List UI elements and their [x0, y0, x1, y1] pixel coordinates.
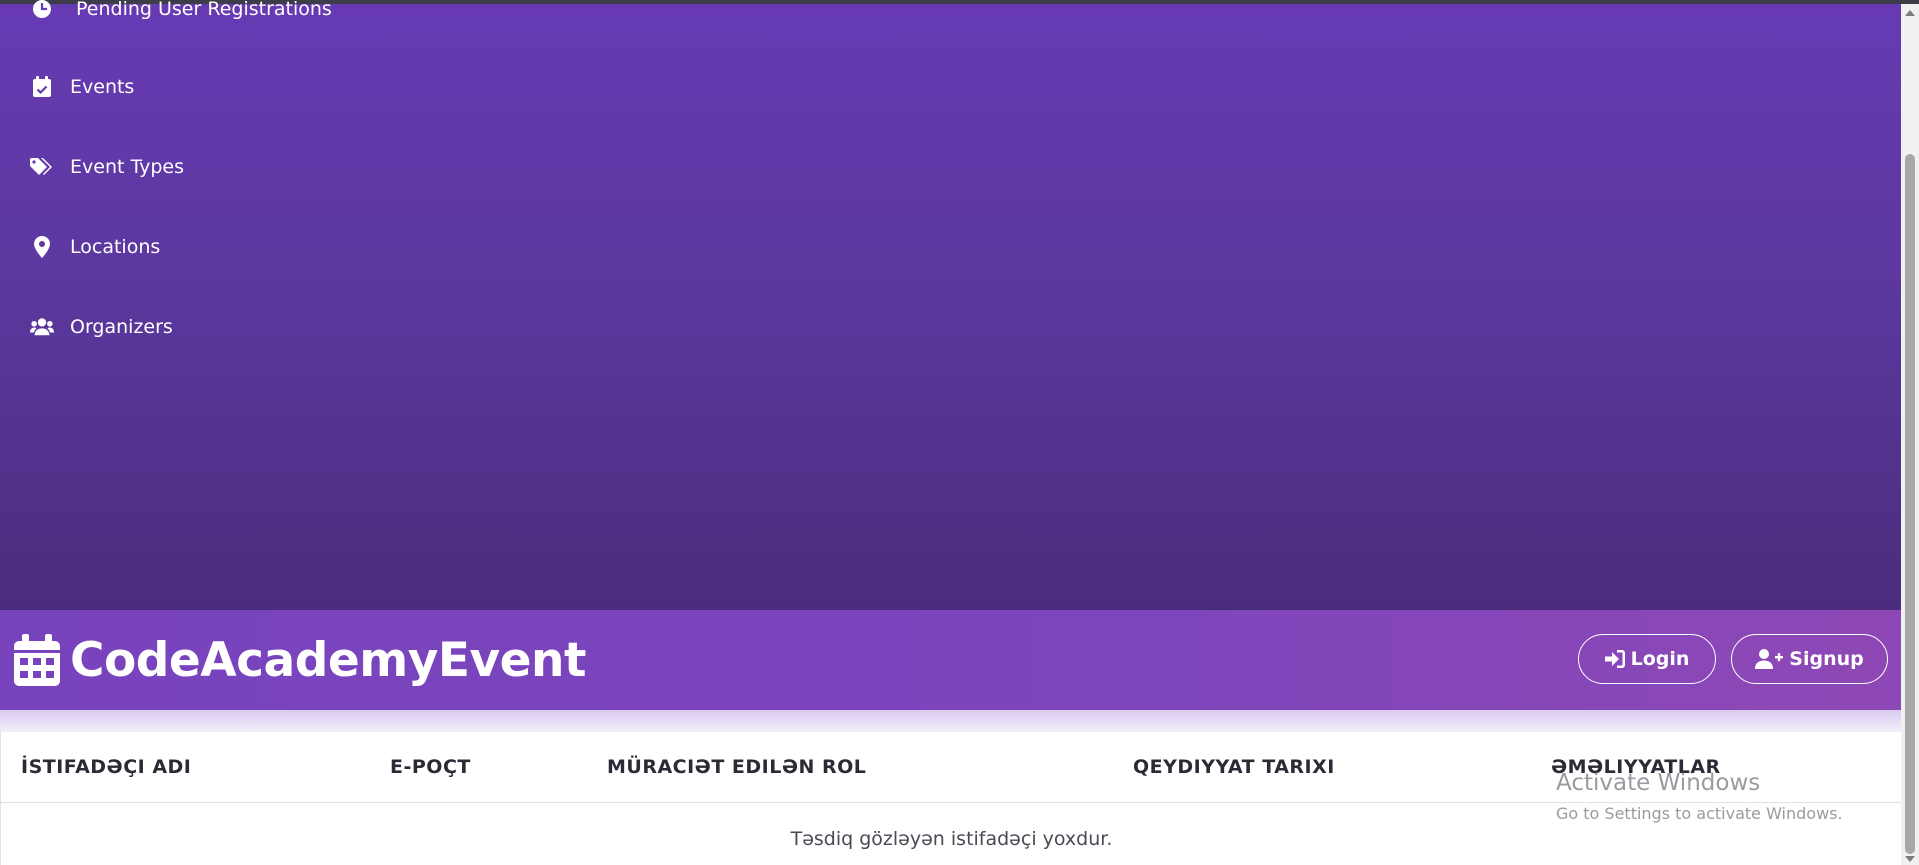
map-pin-icon [30, 235, 54, 259]
column-header-registration-date: QEYDIYYAT TARIXI [1133, 756, 1335, 778]
empty-state-message: Təsdiq gözləyən istifadəçi yoxdur. [790, 828, 1113, 850]
login-label: Login [1630, 648, 1690, 670]
scroll-up-arrow-icon[interactable] [1905, 10, 1915, 16]
brand-title: CodeAcademyEvent [70, 632, 586, 688]
sign-in-icon [1604, 650, 1631, 668]
activate-windows-title: Activate Windows [1556, 770, 1761, 796]
column-header-email: E-POÇT [390, 756, 471, 778]
tags-icon [30, 155, 54, 179]
sidebar-item-label: Organizers [70, 316, 173, 338]
pending-registrations-table: İSTIFADƏÇI ADI E-POÇT MÜRACIƏT EDILƏN RO… [0, 732, 1902, 865]
header-shadow-strip [0, 710, 1901, 732]
sidebar-item-label: Locations [70, 236, 161, 258]
table-divider [1, 802, 1902, 803]
sidebar-item-pending-user-registrations[interactable]: Pending User Registrations [30, 0, 332, 24]
column-header-username: İSTIFADƏÇI ADI [21, 756, 192, 778]
vertical-scrollbar[interactable] [1901, 4, 1919, 865]
sidebar-item-label: Pending User Registrations [76, 0, 332, 20]
login-button[interactable]: Login [1578, 634, 1716, 684]
signup-button[interactable]: Signup [1731, 634, 1888, 684]
scrollbar-thumb[interactable] [1905, 154, 1915, 854]
clock-icon [30, 0, 54, 21]
activate-windows-subtitle: Go to Settings to activate Windows. [1556, 804, 1843, 823]
sidebar-item-label: Event Types [70, 156, 185, 178]
user-plus-icon [1755, 649, 1789, 669]
sidebar-item-events[interactable]: Events [30, 72, 134, 102]
sidebar-item-label: Events [70, 76, 135, 98]
signup-label: Signup [1789, 648, 1864, 670]
sidebar: Pending User Registrations Events Event … [0, 0, 1901, 610]
scroll-down-arrow-icon[interactable] [1905, 856, 1915, 862]
calendar-icon [14, 634, 70, 686]
column-header-requested-role: MÜRACIƏT EDILƏN ROL [607, 756, 867, 778]
sidebar-item-event-types[interactable]: Event Types [30, 152, 184, 182]
users-icon [30, 315, 54, 339]
sidebar-item-organizers[interactable]: Organizers [30, 312, 173, 342]
sidebar-item-locations[interactable]: Locations [30, 232, 160, 262]
brand[interactable]: CodeAcademyEvent [14, 632, 586, 688]
calendar-check-icon [30, 75, 54, 99]
top-header: CodeAcademyEvent Login Signup [0, 610, 1901, 710]
